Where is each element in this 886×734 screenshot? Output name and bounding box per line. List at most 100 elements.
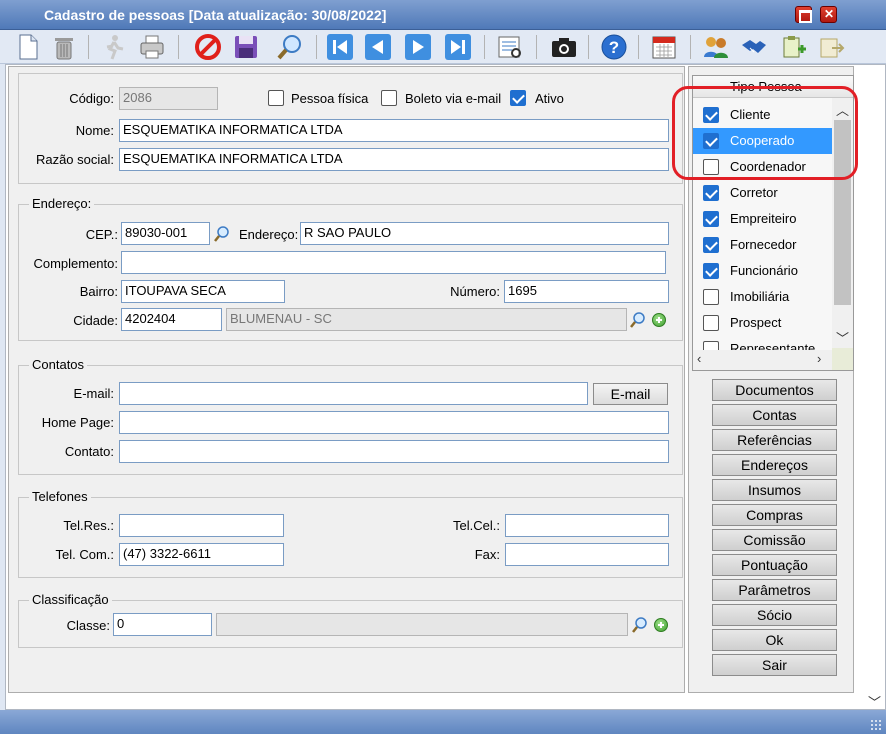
title-bar: Cadastro de pessoas [Data atualização: 3… [0,0,886,30]
print-icon[interactable] [138,33,166,61]
search-icon[interactable] [276,33,304,61]
toolbar-separator [588,35,589,59]
list-item-checkbox[interactable] [703,289,719,305]
run-icon[interactable] [100,33,128,61]
telres-field[interactable] [119,514,284,537]
last-record-icon[interactable] [444,33,472,61]
sair-button[interactable]: Sair [712,654,837,676]
classification-legend: Classificação [29,592,112,607]
comissao-button[interactable]: Comissão [712,529,837,551]
maximize-button[interactable] [795,6,812,23]
complemento-label: Complemento: [33,256,118,271]
save-icon[interactable] [232,33,260,61]
list-item-checkbox[interactable] [703,211,719,227]
classe-label: Classe: [66,618,110,633]
cancel-icon[interactable] [194,33,222,61]
classe-search-icon[interactable] [631,616,649,634]
pessoa-fisica-label: Pessoa física [291,91,369,106]
paste-icon[interactable] [780,33,808,61]
list-item-label: Imobiliária [730,289,790,304]
list-item-checkbox[interactable] [703,237,719,253]
codigo-field[interactable]: 2086 [119,87,218,110]
email-button[interactable]: E-mail [593,383,668,405]
fax-label: Fax: [474,547,500,562]
cep-label: CEP.: [85,227,118,242]
help-icon[interactable]: ? [600,33,628,61]
list-item[interactable]: Empreiteiro [693,206,833,232]
list-item[interactable]: Corretor [693,180,833,206]
bairro-field[interactable]: ITOUPAVA SECA [121,280,285,303]
endereco-field[interactable]: R SAO PAULO [300,222,669,245]
ok-button[interactable]: Ok [712,629,837,651]
delete-trash-icon[interactable] [50,33,78,61]
razao-social-field[interactable]: ESQUEMATIKA INFORMATICA LTDA [119,148,669,171]
cep-search-icon[interactable] [213,225,231,243]
complemento-field[interactable] [121,251,666,274]
telcom-field[interactable]: (47) 3322-6611 [119,543,284,566]
pessoa-fisica-checkbox[interactable] [268,90,284,106]
list-item-checkbox[interactable] [703,341,719,350]
classe-add-icon[interactable] [654,618,668,632]
users-icon[interactable] [702,33,730,61]
telcel-label: Tel.Cel.: [453,518,500,533]
fax-field[interactable] [505,543,669,566]
next-record-icon[interactable] [404,33,432,61]
handshake-icon[interactable] [740,33,768,61]
first-record-icon[interactable] [326,33,354,61]
window-scroll-down-icon[interactable]: ﹀ [868,692,881,711]
nome-field[interactable]: ESQUEMATIKA INFORMATICA LTDA [119,119,669,142]
toolbar-separator [178,35,179,59]
list-item-checkbox[interactable] [703,263,719,279]
export-icon[interactable] [818,33,846,61]
toolbar-separator [638,35,639,59]
list-item[interactable]: Prospect [693,310,833,336]
scroll-down-icon[interactable]: ﹀ [836,328,849,347]
calendar-icon[interactable] [650,33,678,61]
highlight-annotation [672,86,858,180]
list-item[interactable]: Funcionário [693,258,833,284]
insumos-button[interactable]: Insumos [712,479,837,501]
contato-field[interactable] [119,440,669,463]
window-title: Cadastro de pessoas [Data atualização: 3… [44,7,387,23]
scroll-right-icon[interactable]: › [817,351,821,366]
cidade-add-icon[interactable] [652,313,666,327]
razao-social-label: Razão social: [35,152,114,167]
cep-field[interactable]: 89030-001 [121,222,210,245]
close-button[interactable] [820,6,837,23]
numero-label: Número: [450,284,500,299]
camera-icon[interactable] [550,33,578,61]
cidade-search-icon[interactable] [629,311,647,329]
preview-icon[interactable] [496,33,524,61]
list-item[interactable]: Fornecedor [693,232,833,258]
list-item[interactable]: Representante [693,336,833,350]
documentos-button[interactable]: Documentos [712,379,837,401]
referencias-button[interactable]: Referências [712,429,837,451]
homepage-field[interactable] [119,411,669,434]
compras-button[interactable]: Compras [712,504,837,526]
list-item[interactable]: Imobiliária [693,284,833,310]
ativo-checkbox[interactable] [510,90,526,106]
parametros-button[interactable]: Parâmetros [712,579,837,601]
codigo-label: Código: [69,91,114,106]
scroll-left-icon[interactable]: ‹ [697,351,701,366]
socio-button[interactable]: Sócio [712,604,837,626]
boleto-email-checkbox[interactable] [381,90,397,106]
cidade-code-field[interactable]: 4202404 [121,308,222,331]
previous-record-icon[interactable] [364,33,392,61]
list-item-checkbox[interactable] [703,315,719,331]
list-horizontal-scrollbar[interactable]: ‹ › [693,350,832,370]
cidade-label: Cidade: [73,313,118,328]
classe-desc-field [216,613,628,636]
numero-field[interactable]: 1695 [504,280,669,303]
resize-grip-icon[interactable] [870,719,882,731]
list-item-checkbox[interactable] [703,185,719,201]
pontuacao-button[interactable]: Pontuação [712,554,837,576]
list-item-label: Prospect [730,315,782,330]
new-document-icon[interactable] [14,33,42,61]
classe-field[interactable]: 0 [113,613,212,636]
homepage-label: Home Page: [41,415,114,430]
contas-button[interactable]: Contas [712,404,837,426]
telcel-field[interactable] [505,514,669,537]
email-field[interactable] [119,382,588,405]
enderecos-button[interactable]: Endereços [712,454,837,476]
